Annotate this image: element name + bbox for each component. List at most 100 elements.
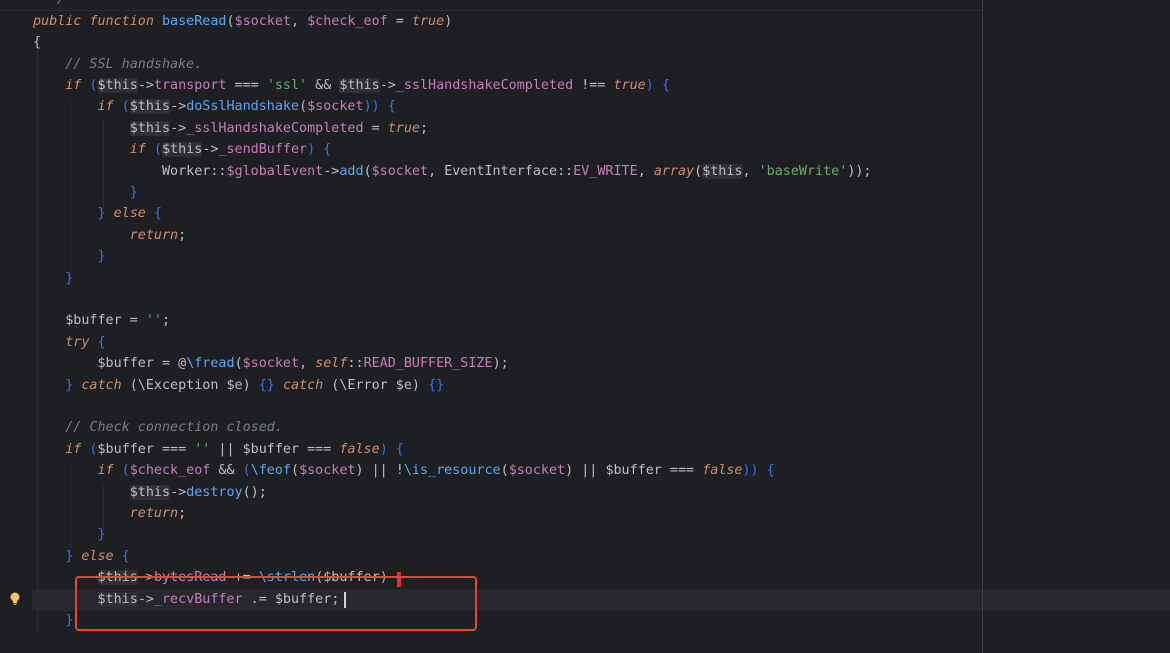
code-line[interactable]: $buffer = ''; xyxy=(33,310,170,331)
code-token: if xyxy=(129,142,146,158)
code-token: $this xyxy=(339,77,380,93)
code-editor[interactable]: */ public function baseRead($socket, $che… xyxy=(0,0,1170,653)
code-token: $this xyxy=(97,77,138,93)
code-token: $buffer xyxy=(242,441,300,457)
code-token: , xyxy=(428,163,445,179)
code-token: ) { xyxy=(379,441,404,457)
code-token: )) { xyxy=(742,463,775,479)
code-token: = @ xyxy=(153,356,187,372)
code-token: ) || ! xyxy=(355,463,404,479)
code-token: // Check connection closed. xyxy=(65,420,283,436)
code-line[interactable]: } xyxy=(33,268,73,289)
code-line[interactable]: } xyxy=(33,524,106,545)
code-token: $buffer xyxy=(605,463,662,479)
code-token: = xyxy=(387,13,412,29)
code-token: (\Exception $e) xyxy=(121,377,259,393)
code-token: ) || xyxy=(565,463,606,479)
code-token: false xyxy=(702,463,743,479)
code-token: -> xyxy=(202,142,219,158)
code-token: ( xyxy=(226,13,235,29)
code-line[interactable]: // Check connection closed. xyxy=(33,417,283,438)
code-line[interactable]: $this->destroy(); xyxy=(33,482,267,503)
code-line[interactable]: } xyxy=(33,182,138,203)
code-token: */ xyxy=(33,0,65,7)
code-token: $buffer xyxy=(97,356,154,372)
code-token: ( xyxy=(81,77,98,93)
code-token: // SSL handshake. xyxy=(65,56,203,72)
code-token: { xyxy=(145,206,162,222)
code-token: ( xyxy=(500,463,509,479)
code-token: $this xyxy=(129,99,171,115)
code-line[interactable]: return; xyxy=(33,225,186,246)
code-token: doSslHandshake xyxy=(186,99,300,115)
code-token: $socket xyxy=(307,99,364,115)
code-token: )) { xyxy=(363,99,396,115)
code-token: ) { xyxy=(307,142,332,158)
code-token: ; xyxy=(178,505,187,521)
code-line[interactable]: } xyxy=(33,246,106,267)
code-line[interactable]: Worker::$globalEvent->add($socket, Event… xyxy=(33,161,872,182)
code-token: $socket xyxy=(234,13,291,29)
code-token: { xyxy=(89,334,106,350)
code-line[interactable]: { xyxy=(33,32,41,53)
code-line[interactable]: if ($this->_sendBuffer) { xyxy=(33,139,331,160)
code-token: Worker xyxy=(162,163,211,179)
code-token: public xyxy=(33,13,82,29)
code-token: $globalEvent xyxy=(226,163,324,179)
editor-gutter[interactable] xyxy=(0,0,32,653)
code-line[interactable]: return; xyxy=(33,503,186,524)
code-token: } xyxy=(97,527,106,543)
code-token: -> xyxy=(137,77,154,93)
code-token: if xyxy=(65,441,82,457)
code-token: :: xyxy=(347,356,364,372)
code-line[interactable]: */ xyxy=(33,0,65,11)
code-line[interactable]: if ($this->transport === 'ssl' && $this-… xyxy=(33,75,670,96)
code-line[interactable]: } else { xyxy=(33,546,130,567)
code-token: !== xyxy=(573,77,614,93)
code-token: catch xyxy=(282,377,324,393)
code-token: true xyxy=(613,77,646,93)
code-line[interactable]: try { xyxy=(33,332,106,353)
code-token: $this xyxy=(129,120,171,136)
annotation-highlight-box xyxy=(75,576,477,631)
code-line[interactable]: } else { xyxy=(33,203,163,224)
code-token: , xyxy=(291,13,308,29)
code-token: -> xyxy=(379,77,396,93)
code-token: -> xyxy=(170,120,187,136)
code-token: true xyxy=(411,13,445,29)
code-token: if xyxy=(97,463,114,479)
code-line[interactable]: // SSL handshake. xyxy=(33,54,202,75)
code-token: _sslHandshakeCompleted xyxy=(395,77,574,93)
code-token: ( xyxy=(145,142,162,158)
code-token: , xyxy=(742,163,759,179)
code-line[interactable]: } catch (\Exception $e) {} catch (\Error… xyxy=(33,375,444,396)
code-token: } xyxy=(65,612,74,628)
code-token: catch xyxy=(81,377,122,393)
code-line[interactable]: $this->_sslHandshakeCompleted = true; xyxy=(33,118,428,139)
code-line[interactable]: if ($this->doSslHandshake($socket)) { xyxy=(33,96,396,117)
code-line[interactable]: if ($check_eof && (\feof($socket) || !\i… xyxy=(33,460,775,481)
code-token: EventInterface xyxy=(444,163,558,179)
code-token: $this xyxy=(129,484,171,500)
code-token: READ_BUFFER_SIZE xyxy=(363,356,493,372)
code-line[interactable]: $buffer = @\fread($socket, self::READ_BU… xyxy=(33,353,509,374)
code-token: if xyxy=(97,99,114,115)
code-line[interactable]: public function baseRead($socket, $check… xyxy=(33,11,452,32)
code-token: ; xyxy=(162,313,171,329)
code-token: ( xyxy=(363,163,372,179)
code-line[interactable]: if ($buffer === '' || $buffer === false)… xyxy=(33,439,404,460)
lightbulb-icon[interactable] xyxy=(8,591,22,607)
code-token: array xyxy=(653,163,695,179)
code-token: $socket xyxy=(508,463,566,479)
code-token: $socket xyxy=(299,463,356,479)
code-line[interactable]: } xyxy=(33,610,73,631)
